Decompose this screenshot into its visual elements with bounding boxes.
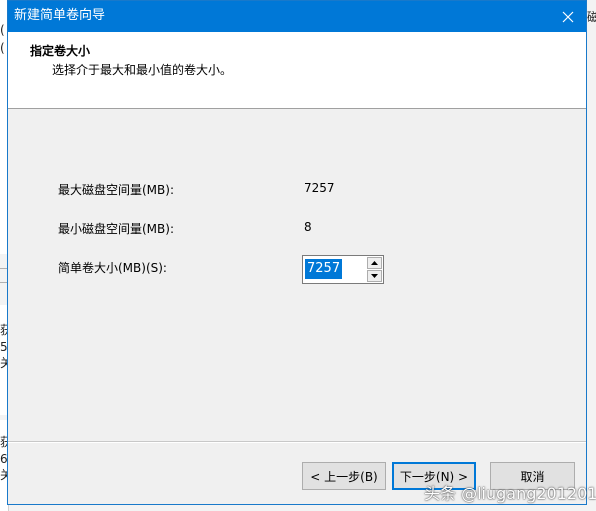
- watermark: 头条 @liugang201201: [424, 484, 596, 503]
- max-size-value: 7257: [304, 181, 335, 195]
- arrow-up-icon: [371, 261, 378, 265]
- volume-size-input[interactable]: 7257: [305, 259, 343, 279]
- spin-buttons: [367, 257, 382, 282]
- close-icon: [562, 11, 574, 22]
- window-title: 新建简单卷向导: [14, 8, 106, 23]
- title-bar: 新建简单卷向导: [8, 1, 586, 32]
- new-simple-volume-wizard: 新建简单卷向导 指定卷大小 选择介于最大和最小值的卷大小。 最大磁盘空间量(MB…: [7, 0, 587, 505]
- spin-up-button[interactable]: [367, 257, 382, 269]
- max-size-label: 最大磁盘空间量(MB):: [58, 183, 174, 197]
- arrow-down-icon: [371, 274, 378, 278]
- back-button[interactable]: < 上一步(B): [302, 462, 386, 490]
- volume-size-label: 简单卷大小(MB)(S):: [58, 261, 167, 275]
- footer-divider-highlight: [8, 442, 586, 443]
- page-title: 指定卷大小: [30, 44, 91, 58]
- volume-size-spinbox[interactable]: 7257: [302, 255, 384, 284]
- background-text-right: 磁: [587, 10, 596, 24]
- close-button[interactable]: [550, 1, 586, 32]
- spin-down-button[interactable]: [367, 270, 382, 282]
- min-size-label: 最小磁盘空间量(MB):: [58, 222, 174, 236]
- wizard-header: 指定卷大小 选择介于最大和最小值的卷大小。: [8, 32, 586, 109]
- page-subtitle: 选择介于最大和最小值的卷大小。: [52, 63, 233, 77]
- min-size-value: 8: [304, 220, 312, 234]
